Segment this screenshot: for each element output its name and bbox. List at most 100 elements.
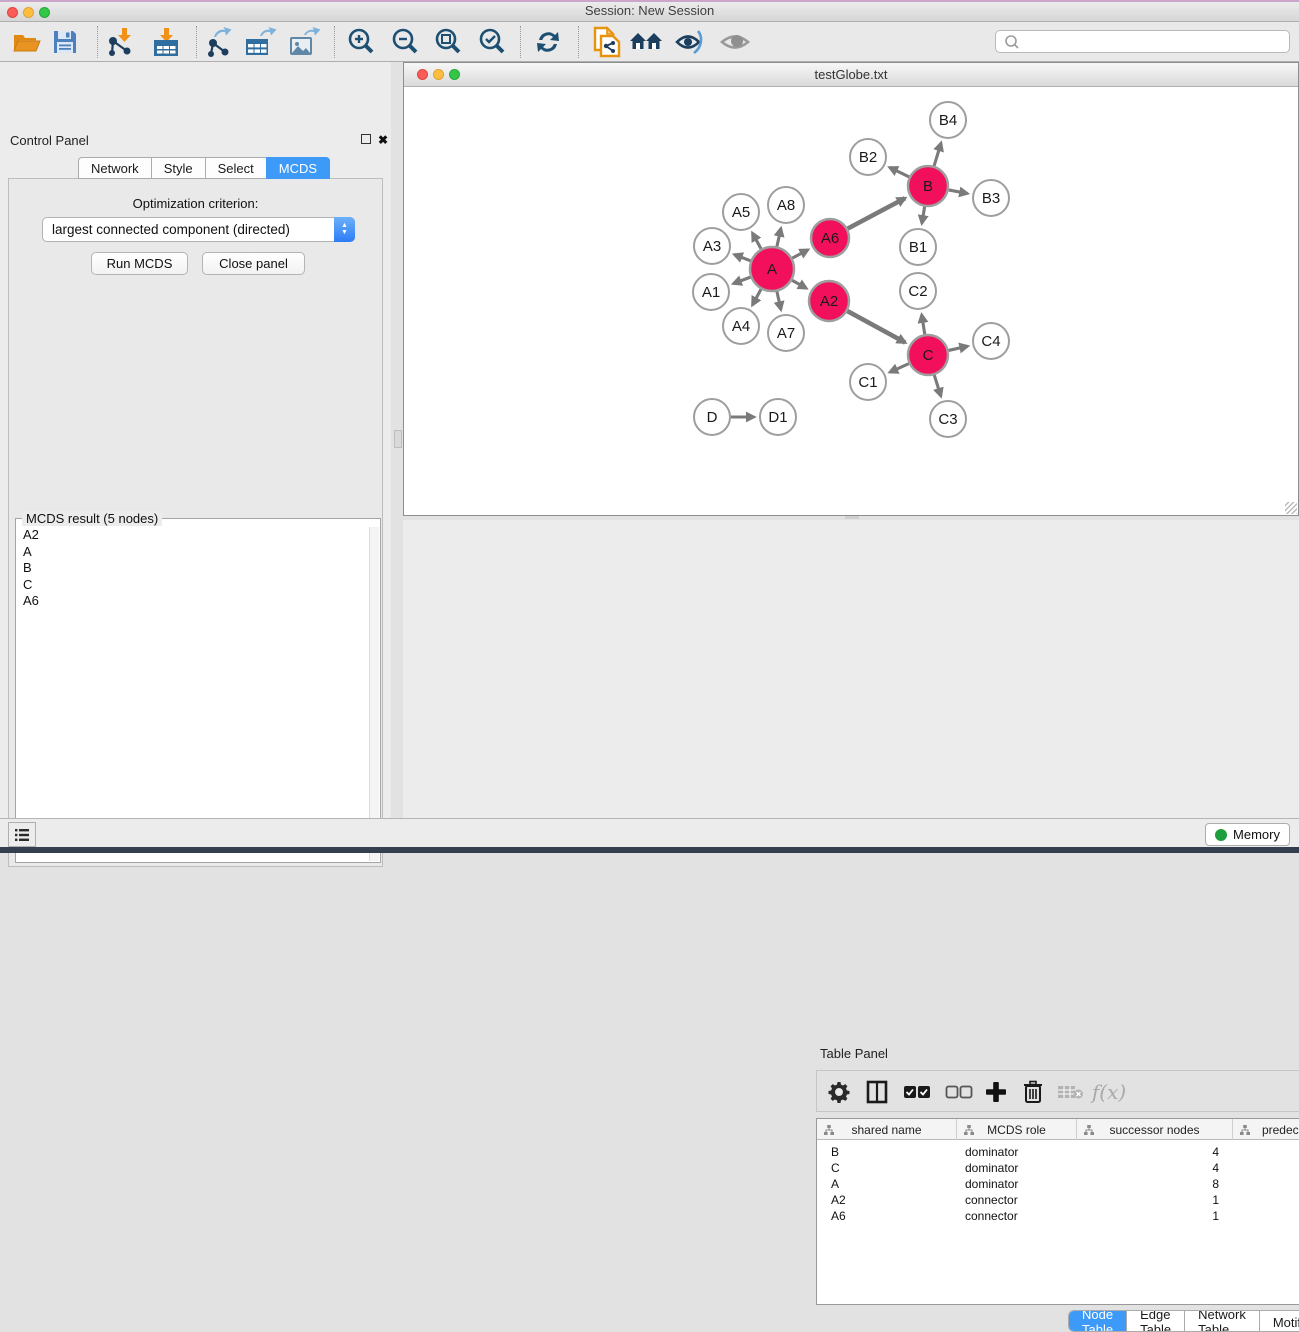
table-row-B[interactable]: Bdominator41B <box>817 1144 1299 1160</box>
node-C[interactable]: C <box>908 335 948 375</box>
delete-column-button[interactable] <box>1017 1077 1049 1107</box>
node-B3[interactable]: B3 <box>973 180 1009 216</box>
float-panel-icon[interactable] <box>361 134 371 144</box>
node-B2[interactable]: B2 <box>850 139 886 175</box>
zoom-selected-button[interactable] <box>474 26 510 58</box>
tab-node-table[interactable]: Node Table <box>1069 1311 1127 1332</box>
table-row-C[interactable]: Cdominator41C <box>817 1160 1299 1176</box>
tab-network-table[interactable]: Network Table <box>1185 1311 1260 1332</box>
window-resize-grip[interactable] <box>1285 502 1297 514</box>
export-table-button[interactable] <box>243 26 279 58</box>
node-A8[interactable]: A8 <box>768 187 804 223</box>
edge-A-A6[interactable] <box>792 250 808 258</box>
delete-table-button[interactable] <box>1055 1077 1087 1107</box>
edge-A-A2[interactable] <box>792 280 806 288</box>
node-B4[interactable]: B4 <box>930 102 966 138</box>
minimize-traffic-light[interactable] <box>23 7 34 18</box>
edge-B-B2[interactable] <box>890 167 909 176</box>
hide-panels-button[interactable] <box>672 26 708 58</box>
edge-A2-C[interactable] <box>847 311 905 342</box>
network-canvas[interactable]: B4B2BB3A8A5A6A3B1AA1C2A2A4A7C4CC1C3DD1 <box>404 87 1298 515</box>
node-B1[interactable]: B1 <box>900 229 936 265</box>
zoom-fit-button[interactable] <box>430 26 466 58</box>
network-zoom-traffic-light[interactable] <box>449 69 460 80</box>
edge-A-A7[interactable] <box>777 291 781 309</box>
memory-button[interactable]: Memory <box>1205 823 1290 846</box>
mcds-result-item[interactable]: A6 <box>17 593 369 610</box>
duplicate-network-button[interactable] <box>588 26 624 58</box>
horizontal-splitter-handle[interactable] <box>845 516 859 519</box>
close-panel-button[interactable]: Close panel <box>202 252 305 275</box>
table-row-A6[interactable]: A6connector11A6 <box>817 1208 1299 1224</box>
unselect-all-button[interactable] <box>943 1077 975 1107</box>
node-D1[interactable]: D1 <box>760 399 796 435</box>
mcds-result-item[interactable]: B <box>17 560 369 577</box>
import-table-button[interactable] <box>148 26 184 58</box>
network-close-traffic-light[interactable] <box>417 69 428 80</box>
tab-style[interactable]: Style <box>151 157 205 179</box>
column-header-MCDS-role[interactable]: MCDS role <box>957 1119 1077 1140</box>
column-header-shared-name[interactable]: shared name <box>817 1119 957 1140</box>
edge-B-B1[interactable] <box>922 207 925 224</box>
node-A1[interactable]: A1 <box>693 274 729 310</box>
search-field[interactable] <box>995 30 1290 53</box>
close-panel-icon[interactable]: ✖ <box>378 135 388 145</box>
export-network-button[interactable] <box>201 26 237 58</box>
function-builder-button[interactable]: f(x) <box>1093 1077 1125 1107</box>
tab-network[interactable]: Network <box>78 157 151 179</box>
mcds-result-item[interactable]: C <box>17 577 369 594</box>
mcds-result-scrollbar[interactable] <box>369 527 379 861</box>
task-history-button[interactable] <box>8 822 36 847</box>
mcds-result-list[interactable]: A2ABCA6 <box>17 527 369 861</box>
edge-A-A5[interactable] <box>752 233 761 249</box>
network-minimize-traffic-light[interactable] <box>433 69 444 80</box>
tab-motifs[interactable]: Motifs <box>1260 1311 1299 1332</box>
node-A[interactable]: A <box>750 247 794 291</box>
node-A2[interactable]: A2 <box>809 281 849 321</box>
table-row-A[interactable]: Adominator80A <box>817 1176 1299 1192</box>
edge-A-A1[interactable] <box>733 277 750 283</box>
node-A6[interactable]: A6 <box>811 219 849 257</box>
edge-A6-B[interactable] <box>848 198 905 228</box>
optimization-criterion-select[interactable]: largest connected component (directed) ▲… <box>42 217 355 242</box>
zoom-out-button[interactable] <box>387 26 423 58</box>
node-D[interactable]: D <box>694 399 730 435</box>
tab-mcds[interactable]: MCDS <box>266 157 330 179</box>
tab-edge-table[interactable]: Edge Table <box>1127 1311 1185 1332</box>
zoom-in-button[interactable] <box>343 26 379 58</box>
tab-select[interactable]: Select <box>205 157 266 179</box>
home-networks-button[interactable] <box>629 26 665 58</box>
edge-B-B3[interactable] <box>949 190 968 194</box>
table-row-A2[interactable]: A2connector11A2 <box>817 1192 1299 1208</box>
node-B[interactable]: B <box>908 166 948 206</box>
node-table[interactable]: shared nameMCDS rolesuccessor nodesprede… <box>816 1118 1299 1305</box>
node-C3[interactable]: C3 <box>930 401 966 437</box>
edge-C-C3[interactable] <box>934 375 941 396</box>
node-C4[interactable]: C4 <box>973 323 1009 359</box>
edge-B-B4[interactable] <box>934 143 941 166</box>
table-settings-button[interactable] <box>823 1077 855 1107</box>
node-A4[interactable]: A4 <box>723 308 759 344</box>
export-image-button[interactable] <box>287 26 323 58</box>
search-input[interactable] <box>1024 32 1289 51</box>
show-columns-button[interactable] <box>861 1077 893 1107</box>
close-traffic-light[interactable] <box>7 7 18 18</box>
select-all-button[interactable] <box>901 1077 933 1107</box>
node-C2[interactable]: C2 <box>900 273 936 309</box>
panel-splitter-handle[interactable] <box>394 430 402 448</box>
edge-C-C4[interactable] <box>948 346 967 350</box>
save-session-button[interactable] <box>47 26 83 58</box>
node-A5[interactable]: A5 <box>723 194 759 230</box>
edge-C-C1[interactable] <box>890 364 909 373</box>
show-eye-button[interactable] <box>717 26 753 58</box>
edge-A-A3[interactable] <box>734 255 750 261</box>
column-header-successor-nodes[interactable]: successor nodes <box>1077 1119 1233 1140</box>
node-A3[interactable]: A3 <box>694 228 730 264</box>
column-header-predecessor-nodes[interactable]: predecessor nodes <box>1233 1119 1299 1140</box>
mcds-result-item[interactable]: A2 <box>17 527 369 544</box>
run-mcds-button[interactable]: Run MCDS <box>91 252 188 275</box>
mcds-result-item[interactable]: A <box>17 544 369 561</box>
open-session-button[interactable] <box>9 26 45 58</box>
edge-C-C2[interactable] <box>922 315 925 335</box>
zoom-traffic-light[interactable] <box>39 7 50 18</box>
